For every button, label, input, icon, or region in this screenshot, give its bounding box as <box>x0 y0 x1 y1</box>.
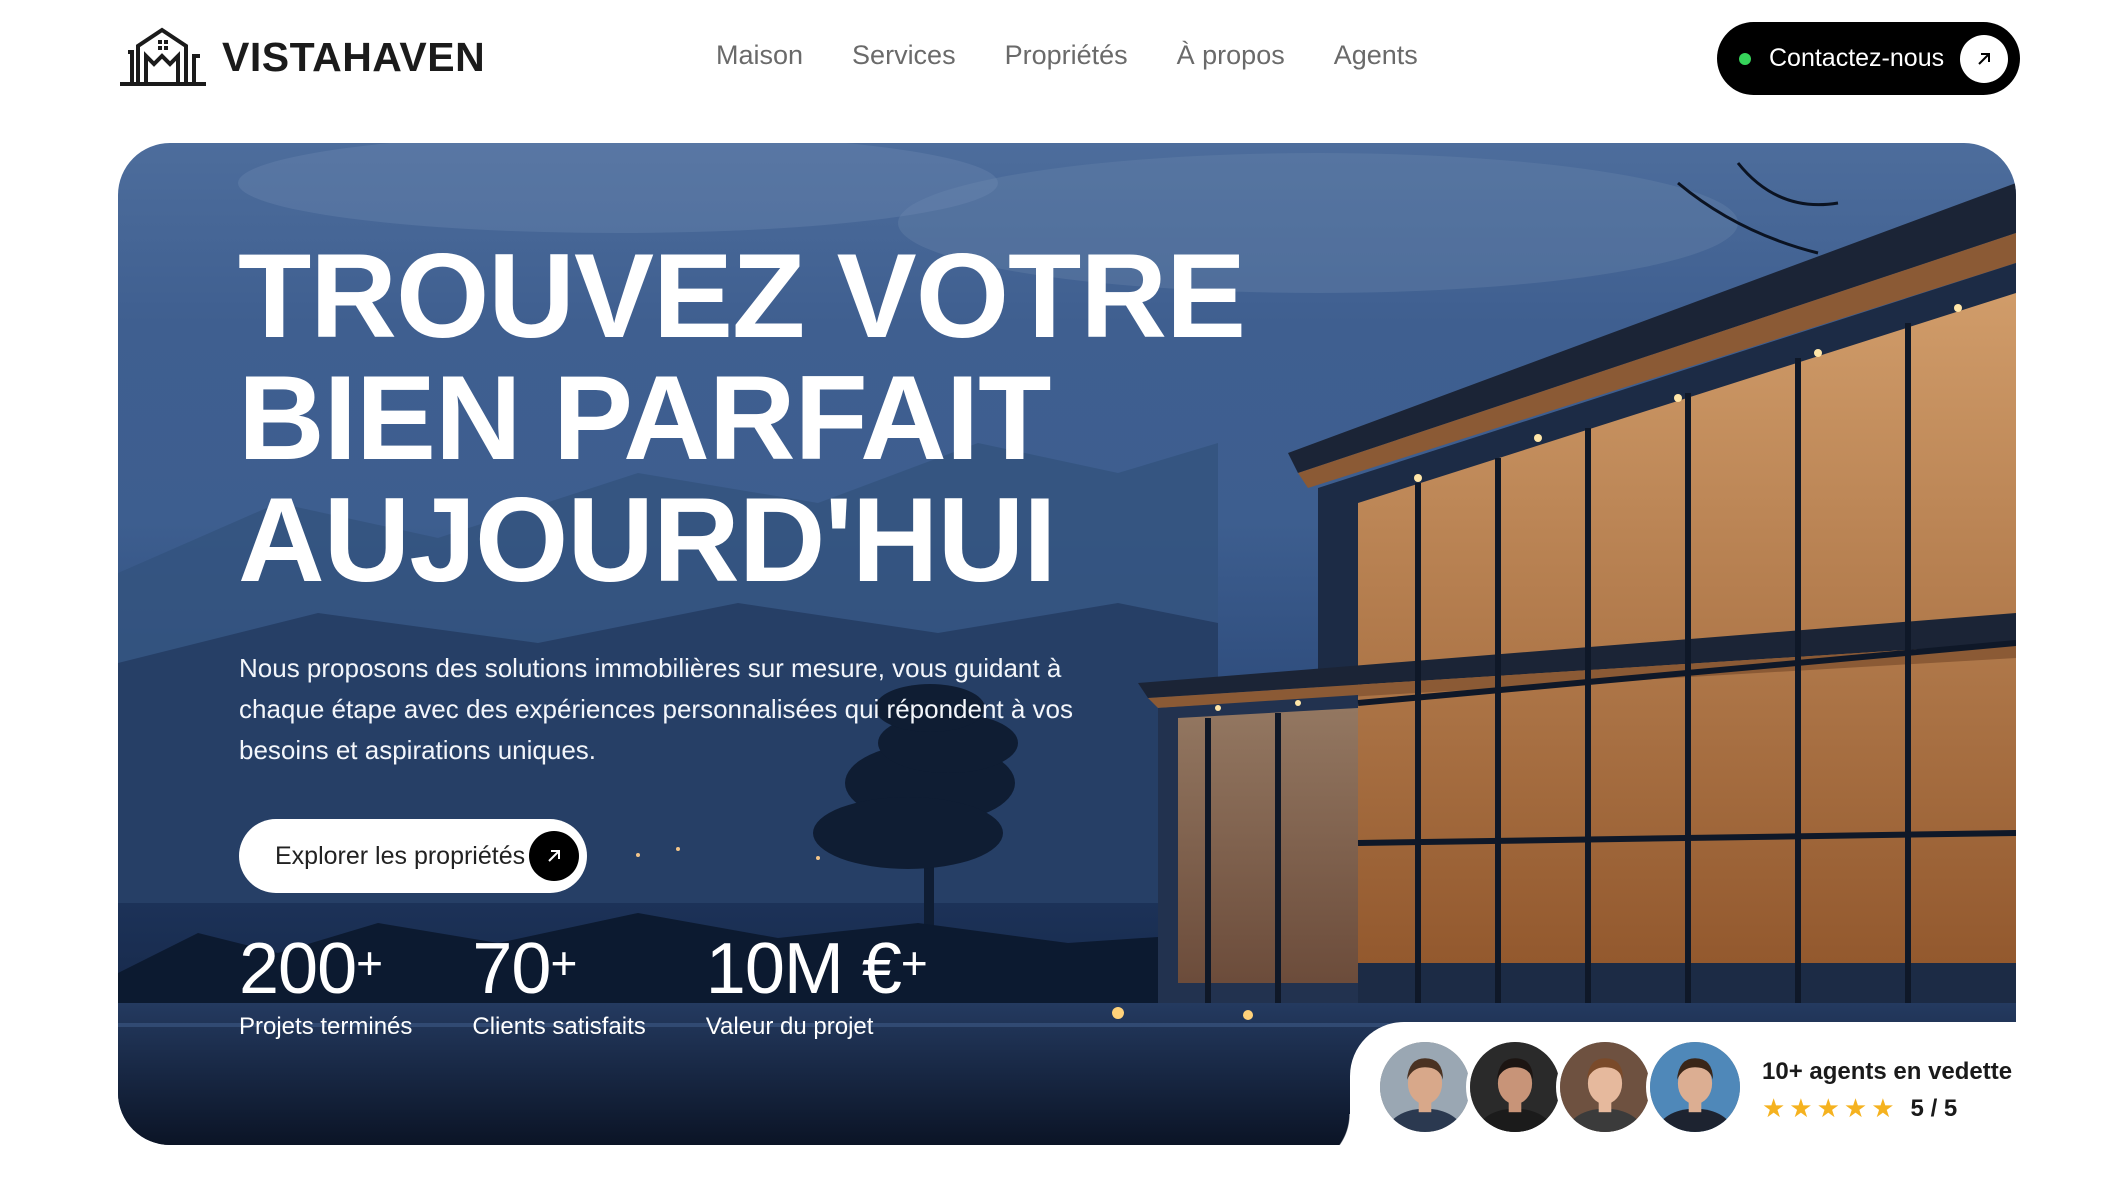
nav-item-services[interactable]: Services <box>852 40 956 71</box>
main-nav: Maison Services Propriétés À propos Agen… <box>716 40 1418 71</box>
logo[interactable]: VISTAHAVEN <box>118 26 485 88</box>
agents-rating: ★★★★★ 5 / 5 <box>1762 1094 1957 1124</box>
stat-clients-label: Clients satisfaits <box>472 1013 646 1040</box>
stat-projects: 200+ Projets terminés <box>239 931 412 1041</box>
stat-projects-suffix: + <box>356 937 383 989</box>
nav-item-a-propos[interactable]: À propos <box>1177 40 1285 71</box>
stat-projects-value: 200 <box>239 929 357 1009</box>
stats-row: 200+ Projets terminés 70+ Clients satisf… <box>239 931 987 1041</box>
stat-clients-value: 70 <box>472 929 551 1009</box>
agent-avatar-4[interactable] <box>1646 1038 1744 1136</box>
brand-name: VISTAHAVEN <box>222 33 486 80</box>
arrow-up-right-icon <box>529 831 579 881</box>
hero-title-line-2: BIEN PARFAIT <box>238 351 1051 485</box>
site-header: VISTAHAVEN Maison Services Propriétés À … <box>0 0 2124 118</box>
featured-agents-card[interactable]: 10+ agents en vedette ★★★★★ 5 / 5 <box>1296 1022 2040 1182</box>
hero-title-line-3: AUJOURD'HUI <box>238 473 1057 607</box>
nav-item-maison[interactable]: Maison <box>716 40 803 71</box>
hero-title: TROUVEZ VOTRE BIEN PARFAIT AUJOURD'HUI <box>238 235 1338 601</box>
contact-button-label: Contactez-nous <box>1769 44 1945 72</box>
stat-clients-suffix: + <box>550 937 577 989</box>
hero-description: Nous proposons des solutions immobilière… <box>239 653 1074 765</box>
online-status-dot <box>1739 52 1751 65</box>
arrow-up-right-icon <box>1960 35 2008 83</box>
contact-button[interactable]: Contactez-nous <box>1717 22 2020 95</box>
stat-projects-label: Projets terminés <box>239 1013 413 1040</box>
explore-properties-button[interactable]: Explorer les propriétés <box>239 819 587 893</box>
agent-avatar-2[interactable] <box>1466 1038 1564 1136</box>
hero-section: TROUVEZ VOTRE BIEN PARFAIT AUJOURD'HUI N… <box>118 143 2016 1145</box>
nav-item-proprietes[interactable]: Propriétés <box>1005 40 1128 71</box>
person-icon <box>1650 1042 1740 1132</box>
stat-project-value-label: Valeur du projet <box>705 1013 874 1040</box>
stat-project-value-suffix: + <box>900 937 928 989</box>
agent-avatar-1[interactable] <box>1376 1038 1474 1136</box>
stat-clients: 70+ Clients satisfaits <box>472 931 645 1041</box>
agent-avatar-3[interactable] <box>1556 1038 1654 1136</box>
agent-avatars <box>1376 1038 1744 1136</box>
stat-project-value: 10M €+ Valeur du projet <box>705 929 928 1041</box>
person-icon <box>1560 1042 1650 1132</box>
person-icon <box>1470 1042 1560 1132</box>
person-icon <box>1380 1042 1470 1132</box>
house-logo-icon <box>120 27 206 86</box>
nav-item-agents[interactable]: Agents <box>1334 40 1418 71</box>
star-rating-icon: ★★★★★ <box>1762 1094 1899 1124</box>
agents-title: 10+ agents en vedette <box>1762 1058 2013 1085</box>
rating-score: 5 / 5 <box>1910 1095 1958 1122</box>
explore-button-label: Explorer les propriétés <box>275 841 526 870</box>
hero-title-line-1: TROUVEZ VOTRE <box>238 229 1246 363</box>
stat-project-value-value: 10M € <box>705 929 902 1009</box>
